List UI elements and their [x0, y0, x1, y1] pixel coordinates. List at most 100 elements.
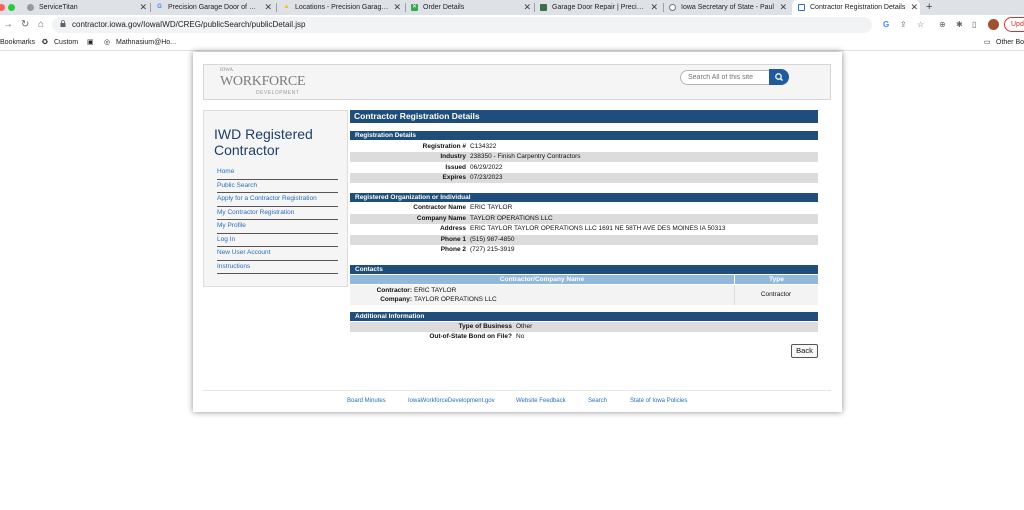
close-window-icon[interactable]	[0, 4, 5, 11]
close-tab-icon[interactable]: ✕	[264, 0, 272, 15]
sidebar-menu: Home Public Search Apply for a Contracto…	[217, 166, 338, 274]
mathnasium-icon: ◎	[104, 39, 111, 46]
bookmark-mathnasium[interactable]: Mathnasium@Ho...	[116, 37, 176, 49]
footer-link-iwd[interactable]: IowaWorkforceDevelopment.gov	[408, 398, 495, 404]
tab-precision-google[interactable]: G Precision Garage Door of Des M ✕	[156, 0, 274, 15]
detail-label: Issued	[445, 164, 466, 171]
detail-row: Registration # C134322	[350, 142, 818, 152]
detail-label: Phone 2	[440, 246, 466, 253]
close-tab-icon[interactable]: ✕	[779, 0, 787, 15]
puzzle-icon[interactable]: ✱	[956, 19, 963, 31]
detail-row: Industry 238350 - Finish Carpentry Contr…	[350, 152, 818, 162]
detail-value: TAYLOR OPERATIONS LLC	[470, 215, 553, 222]
logo-small-text: IOWA	[220, 68, 234, 73]
tab-label: Precision Garage Door of Des M	[168, 4, 260, 11]
close-tab-icon[interactable]: ✕	[910, 0, 918, 15]
sidebar-item-home[interactable]: Home	[217, 166, 338, 180]
tab-servicetitan[interactable]: ServiceTitan ✕	[27, 0, 149, 15]
search-button[interactable]	[769, 69, 789, 85]
site-header: IOWA WORKFORCE DEVELOPMENT	[203, 64, 831, 100]
bookmark-custom[interactable]: Custom	[54, 37, 78, 49]
sidebar-item-my-profile[interactable]: My Profile	[217, 220, 338, 234]
site-logo[interactable]: WORKFORCE	[220, 74, 306, 90]
tab-label: Garage Door Repair | Precision	[552, 4, 646, 11]
detail-label: Company Name	[416, 215, 466, 222]
close-tab-icon[interactable]: ✕	[393, 0, 401, 15]
contact-type: Contractor	[760, 291, 792, 298]
tab-label: ServiceTitan	[39, 4, 78, 11]
tab-garage-door-repair[interactable]: Garage Door Repair | Precision ✕	[540, 0, 660, 15]
tab-order-details[interactable]: ✕ Order Details ✕	[411, 0, 533, 15]
section-additional-info: Additional Information	[350, 312, 818, 321]
home-icon[interactable]: ⌂	[38, 18, 44, 32]
google-lens-icon[interactable]: G	[883, 19, 889, 31]
extension-icon[interactable]: ⊕	[939, 19, 946, 31]
sidebar-item-public-search[interactable]: Public Search	[217, 180, 338, 193]
logo-sub-text: DEVELOPMENT	[256, 90, 300, 96]
company-value: TAYLOR OPERATIONS LLC	[414, 296, 497, 303]
sidebar-item-apply[interactable]: Apply for a Contractor Registration	[217, 193, 338, 207]
detail-label: Phone 1	[440, 236, 466, 243]
sidebar: IWD Registered Contractor Home Public Se…	[203, 110, 348, 287]
tab-label: Locations - Precision Garage D	[295, 4, 389, 11]
contractor-label: Contractor:	[376, 287, 412, 294]
update-button[interactable]: Upd	[1004, 17, 1024, 32]
company-label: Company:	[380, 296, 412, 303]
detail-row: Type of Business Other	[350, 322, 818, 332]
footer-divider	[203, 390, 831, 391]
footer-link-board-minutes[interactable]: Board Minutes	[347, 398, 386, 404]
bookmarks-bar: Bookmarks ✪ Custom ▣ ◎ Mathnasium@Ho... …	[0, 35, 1024, 51]
sidebar-item-new-user[interactable]: New User Account	[217, 247, 338, 261]
avatar[interactable]	[988, 19, 999, 30]
bookmark-square-icon[interactable]: ▣	[87, 37, 94, 49]
share-icon[interactable]: ⇪	[900, 19, 907, 31]
detail-row: Issued 06/29/2022	[350, 163, 818, 173]
sheet-icon: ✕	[411, 4, 418, 11]
new-tab-icon[interactable]: +	[926, 0, 932, 15]
tab-iowa-sos[interactable]: Iowa Secretary of State - Paul ✕	[669, 0, 789, 15]
table-row: Contractor: ERIC TAYLOR Company: TAYLOR …	[350, 285, 818, 305]
back-button[interactable]: Back	[791, 344, 818, 358]
reload-icon[interactable]: ↻	[21, 18, 29, 32]
footer-link-policies[interactable]: State of Iowa Policies	[630, 398, 687, 404]
tab-label: Order Details	[423, 4, 465, 11]
detail-label: Contractor Name	[413, 204, 466, 211]
sidebar-item-instructions[interactable]: Instructions	[217, 261, 338, 274]
detail-value: (727) 215-3919	[470, 246, 515, 253]
tab-locations[interactable]: ▲ Locations - Precision Garage D ✕	[283, 0, 403, 15]
footer-link-feedback[interactable]: Website Feedback	[516, 398, 566, 404]
sidepanel-icon[interactable]: ▯	[972, 19, 976, 31]
detail-row: Address ERIC TAYLOR TAYLOR OPERATIONS LL…	[350, 224, 818, 234]
page-icon	[798, 4, 805, 11]
close-tab-icon[interactable]: ✕	[523, 0, 531, 15]
detail-value: (515) 987-4850	[470, 236, 515, 243]
sidebar-item-log-in[interactable]: Log In	[217, 234, 338, 247]
footer-link-search[interactable]: Search	[588, 398, 607, 404]
search-input[interactable]	[680, 70, 770, 85]
google-icon: G	[157, 4, 162, 10]
lock-icon	[60, 20, 66, 27]
section-organization: Registered Organization or Individual	[350, 193, 818, 202]
column-header-name: Contractor/Company Name	[499, 276, 585, 283]
contacts-table-header: Contractor/Company Name Type	[350, 275, 818, 284]
other-bookmarks[interactable]: Other Bo	[996, 37, 1024, 49]
close-tab-icon[interactable]: ✕	[650, 0, 658, 15]
star-icon: ✪	[42, 39, 48, 46]
detail-row: Phone 1 (515) 987-4850	[350, 235, 818, 245]
column-header-type: Type	[734, 275, 818, 284]
bookmarks-link[interactable]: Bookmarks	[0, 37, 35, 49]
window-controls	[0, 3, 20, 12]
close-tab-icon[interactable]: ✕	[139, 0, 147, 15]
maximize-window-icon[interactable]	[8, 4, 15, 11]
garage-icon	[540, 4, 547, 11]
bookmark-star-icon[interactable]: ☆	[917, 19, 924, 31]
section-registration-details: Registration Details	[350, 131, 818, 140]
google-ads-icon: ▲	[283, 4, 290, 10]
detail-value: C134322	[470, 143, 497, 150]
tab-contractor-registration[interactable]: Contractor Registration Details ✕	[792, 0, 920, 15]
folder-icon: ▭	[984, 39, 991, 46]
sidebar-item-my-registration[interactable]: My Contractor Registration	[217, 207, 338, 220]
detail-label: Out-of-State Bond on File?	[429, 333, 512, 340]
back-arrow-icon[interactable]: →	[3, 18, 13, 32]
detail-label: Type of Business	[458, 323, 512, 330]
